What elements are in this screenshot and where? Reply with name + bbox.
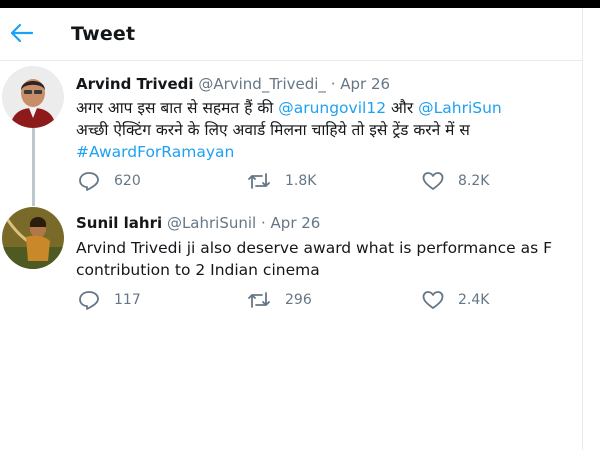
arrow-left-icon (10, 23, 34, 43)
page-title: Tweet (71, 23, 136, 45)
retweet-count: 1.8K (285, 173, 317, 189)
thread-connector-line (32, 128, 35, 206)
avatar[interactable] (2, 207, 64, 269)
back-button[interactable] (8, 22, 34, 44)
reply-button[interactable]: 620 (78, 171, 141, 191)
retweet-count: 296 (285, 292, 312, 308)
like-count: 8.2K (458, 173, 490, 189)
reply-count: 620 (114, 173, 141, 189)
tweet-date[interactable]: Apr 26 (271, 214, 321, 232)
reply-count: 117 (114, 292, 141, 308)
like-button[interactable]: 2.4K (422, 290, 489, 310)
tweet-text-line-2: contribution to 2 Indian cinema (76, 261, 320, 279)
reply-button[interactable]: 117 (78, 290, 141, 310)
tweet-text-line-1: अगर आप इस बात से सहमत हैं की @arungovil1… (76, 97, 502, 119)
tweet-text: और (386, 99, 419, 117)
top-black-bar (0, 0, 600, 8)
retweet-button[interactable]: 296 (247, 290, 312, 310)
author-name[interactable]: Sunil lahri (76, 214, 162, 232)
avatar[interactable] (2, 66, 64, 128)
tweet-text: अगर आप इस बात से सहमत हैं की (76, 99, 279, 117)
page-header: Tweet (0, 8, 582, 61)
author-handle[interactable]: @Arvind_Trivedi_ (198, 75, 326, 93)
tweet-text-line-2: अच्छी ऐक्टिंग करने के लिए अवार्ड मिलना च… (76, 121, 470, 139)
mention-link[interactable]: @LahriSun (418, 99, 502, 117)
retweet-icon (248, 292, 270, 308)
retweet-icon (248, 173, 270, 189)
heart-icon (422, 172, 444, 190)
mention-link[interactable]: @arungovil12 (278, 99, 386, 117)
column-divider (582, 8, 583, 450)
like-count: 2.4K (458, 292, 490, 308)
tweet-header: Arvind Trivedi @Arvind_Trivedi_ · Apr 26 (76, 75, 390, 93)
tweet-header: Sunil lahri @LahriSunil · Apr 26 (76, 214, 320, 232)
author-handle[interactable]: @LahriSunil (167, 214, 256, 232)
tweet-text-line-1: Arvind Trivedi ji also deserve award wha… (76, 239, 552, 257)
meta-separator: · (260, 214, 266, 232)
like-button[interactable]: 8.2K (422, 171, 489, 191)
retweet-button[interactable]: 1.8K (247, 171, 316, 191)
heart-icon (422, 291, 444, 309)
reply-icon (79, 291, 99, 310)
reply-icon (79, 172, 99, 191)
meta-separator: · (330, 75, 336, 93)
tweet-date[interactable]: Apr 26 (340, 75, 390, 93)
hashtag-line: #AwardForRamayan (76, 141, 234, 163)
hashtag-link[interactable]: #AwardForRamayan (76, 143, 234, 161)
author-name[interactable]: Arvind Trivedi (76, 75, 194, 93)
